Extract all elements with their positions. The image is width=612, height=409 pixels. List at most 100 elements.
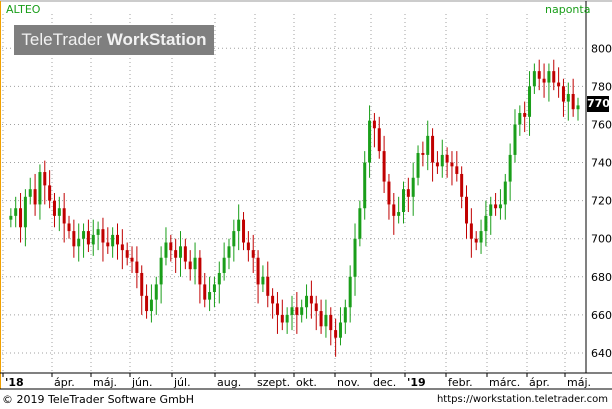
candle-body — [174, 250, 178, 258]
x-tick-label: márc. — [489, 376, 520, 389]
candle-body — [508, 154, 512, 182]
candle-body — [557, 82, 561, 87]
candle-body — [246, 242, 250, 251]
ticker-label: ALTEO — [6, 3, 41, 16]
candle-body — [145, 295, 149, 312]
x-tick-label: ápr. — [529, 376, 550, 389]
candle-body — [426, 135, 430, 155]
candle-body — [222, 257, 226, 273]
candle-body — [343, 307, 347, 323]
candle-body — [154, 284, 158, 300]
candle-body — [387, 181, 391, 205]
candle-body — [43, 172, 47, 186]
copyright-text: © 2019 TeleTrader Software GmbH — [2, 393, 195, 406]
candle-body — [368, 120, 372, 163]
candle-body — [280, 314, 284, 323]
candle-body — [523, 113, 527, 117]
x-tick-label: febr. — [448, 376, 473, 389]
candle-body — [455, 166, 459, 174]
y-axis: 640 660 680 700 720 740 760 780 800 — [591, 42, 612, 360]
candle-body — [106, 242, 110, 247]
candle-body — [86, 231, 90, 245]
candle-body — [77, 238, 81, 247]
x-tick-label: aug. — [217, 376, 241, 389]
candle-body — [295, 307, 299, 315]
candle-body — [445, 154, 449, 163]
candle-body — [576, 105, 580, 110]
candle-body — [300, 307, 304, 315]
candle-body — [188, 261, 192, 270]
candle-body — [179, 246, 183, 258]
x-tick-label: ápr. — [54, 376, 75, 389]
candle-body — [479, 231, 483, 243]
candle-body — [72, 231, 76, 247]
x-tick-label: nov. — [337, 376, 360, 389]
candle-body — [503, 181, 507, 205]
y-tick-label: 640 — [591, 347, 612, 360]
y-tick-label: 780 — [591, 80, 612, 93]
candle-body — [62, 208, 66, 224]
candle-body — [159, 257, 163, 285]
candle-body — [319, 311, 323, 327]
candle-body — [566, 93, 570, 102]
candle-body — [130, 257, 134, 262]
candle-body — [290, 307, 294, 315]
candle-body — [450, 162, 454, 167]
candle-body — [363, 162, 367, 209]
candle-body — [305, 295, 309, 308]
candle-body — [67, 223, 71, 232]
x-tick-label: jún. — [131, 376, 153, 389]
y-tick-label: 720 — [591, 195, 612, 208]
candle-body — [406, 189, 410, 197]
candle-body — [52, 200, 56, 216]
candle-body — [353, 238, 357, 277]
source-url[interactable]: https://workstation.teletrader.com — [437, 394, 608, 405]
candle-body — [377, 128, 381, 152]
candle-body — [91, 234, 95, 245]
candle-body — [411, 177, 415, 197]
candle-body — [309, 295, 313, 304]
candle-body — [401, 189, 405, 213]
candle-body — [518, 113, 522, 125]
candle-body — [537, 71, 541, 79]
candle-body — [149, 299, 153, 312]
frequency-label: naponta — [545, 3, 591, 16]
candle-body — [275, 303, 279, 315]
candle-body — [115, 234, 119, 245]
candle-body — [416, 153, 420, 178]
current-price-marker: 770 — [587, 96, 610, 112]
x-tick-label: okt. — [296, 376, 317, 389]
candle-body — [232, 231, 236, 247]
candle-body — [82, 231, 86, 239]
candle-body — [23, 196, 27, 228]
candle-body — [314, 303, 318, 312]
candle-body — [465, 196, 469, 224]
candle-body — [547, 71, 551, 83]
candle-body — [203, 284, 207, 300]
candle-body — [285, 314, 289, 323]
x-tick-label: szept. — [257, 376, 290, 389]
candle-body — [261, 276, 265, 285]
candle-body — [561, 86, 565, 102]
x-tick-label: máj. — [93, 376, 117, 389]
candle-body — [338, 322, 342, 338]
candle-body — [469, 223, 473, 239]
candle-body — [111, 234, 115, 247]
candle-body — [57, 208, 61, 216]
y-tick-label: 800 — [591, 42, 612, 55]
candle-body — [440, 154, 444, 167]
candle-body — [474, 238, 478, 243]
candle-body — [120, 244, 124, 251]
x-tick-label: máj. — [567, 376, 591, 389]
candle-body — [28, 189, 32, 197]
candle-body — [532, 71, 536, 87]
candle-body — [227, 246, 231, 258]
candle-body — [494, 204, 498, 209]
x-tick-label: júl. — [173, 376, 191, 389]
candle-body — [484, 215, 488, 232]
candle-body — [460, 173, 464, 197]
candle-body — [324, 314, 328, 327]
candle-body — [397, 212, 401, 216]
candle-body — [101, 229, 105, 243]
candle-body — [421, 153, 425, 155]
